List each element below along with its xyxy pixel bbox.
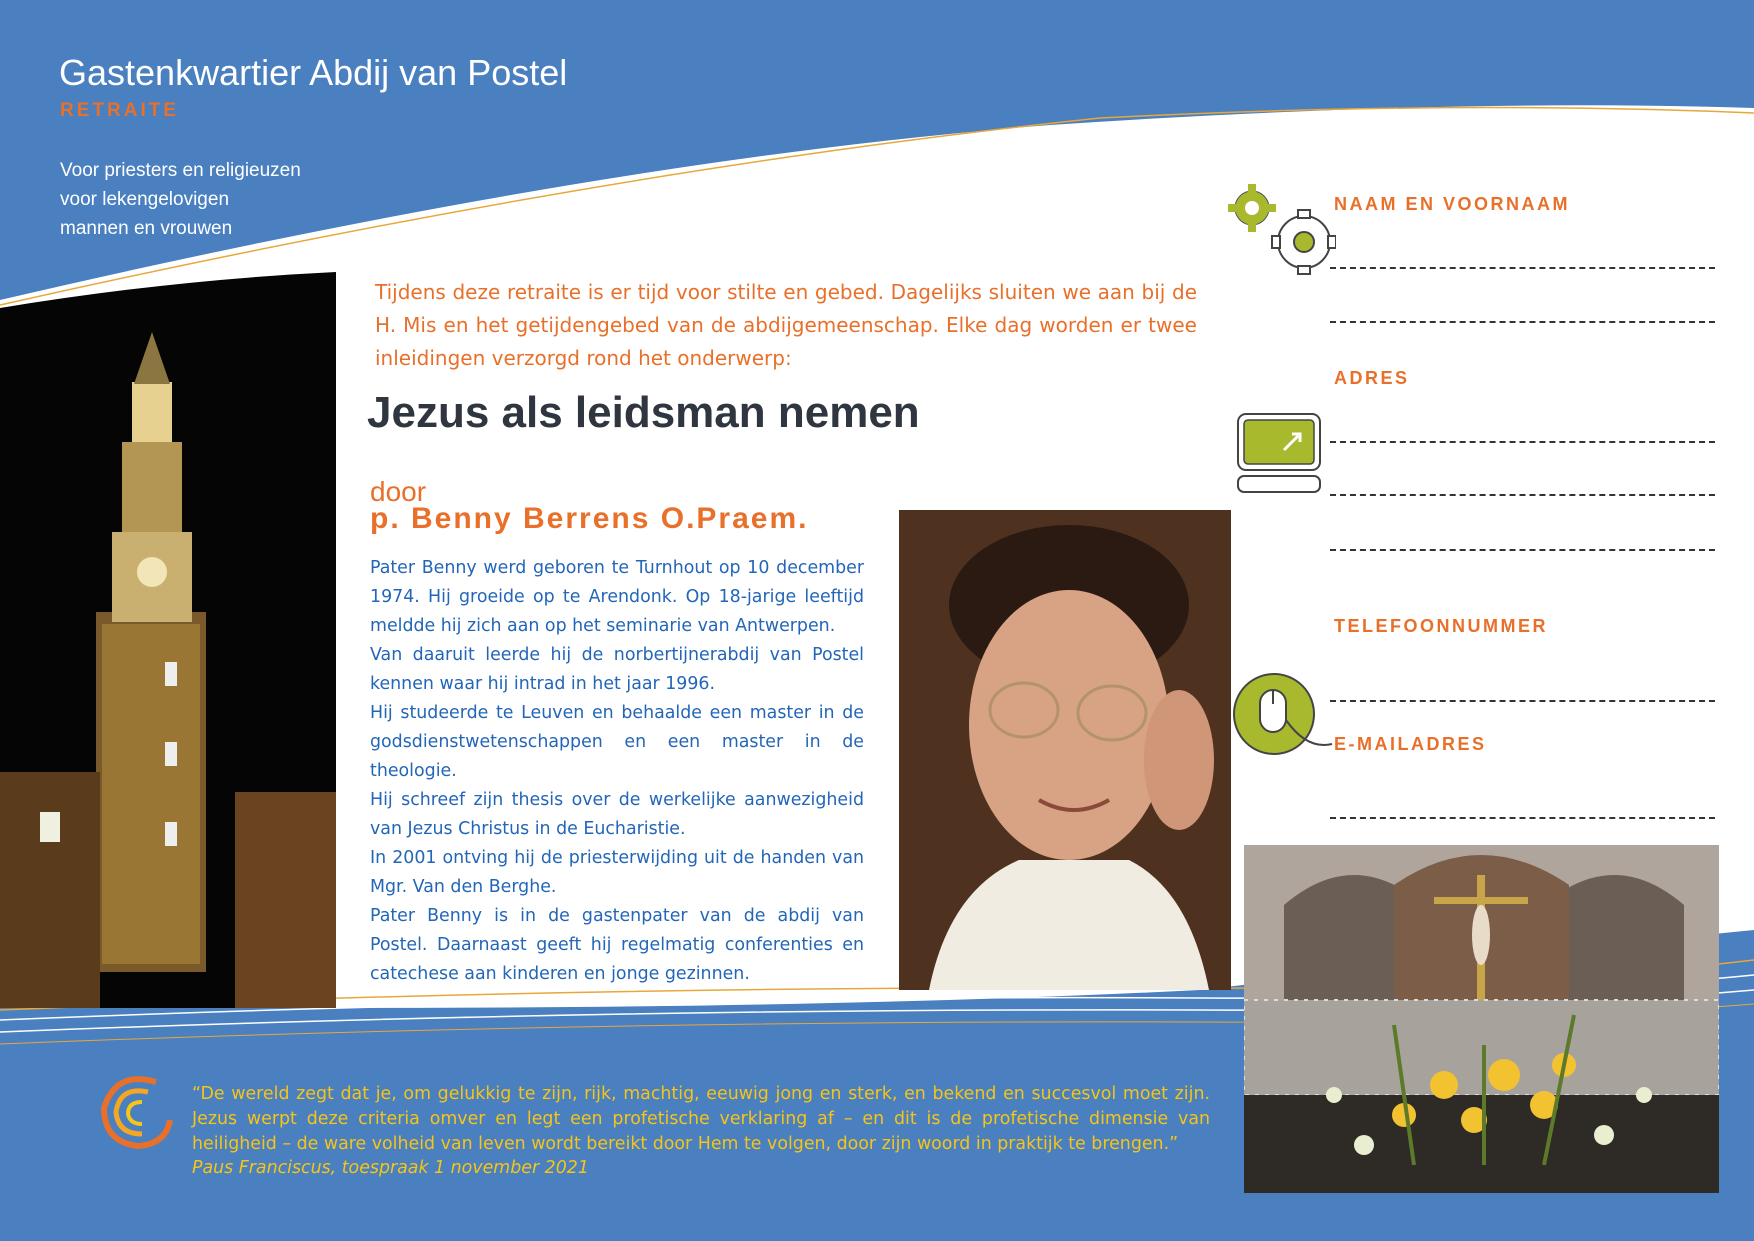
page-title: Gastenkwartier Abdij van Postel [59,52,568,93]
retreat-heading: Jezus als leidsman nemen [367,388,920,437]
address-field-line[interactable] [1330,441,1715,443]
gears-icon [1228,184,1336,275]
quote-text: “De wereld zegt dat je, om gelukkig te z… [192,1084,1210,1154]
audience-list: Voor priesters en religieuzen voor leken… [60,156,301,243]
page-subtitle: RETRAITE [60,100,179,121]
speaker-name: p. Benny Berrens O.Praem. [370,502,809,535]
speaker-portrait-photo [899,510,1231,990]
phone-field-label: TELEFOONNUMMER [1334,616,1548,636]
email-field-line[interactable] [1330,817,1715,819]
audience-line: mannen en vrouwen [60,218,233,239]
email-field-label: E-MAILADRES [1334,734,1487,754]
abbey-tower-photo [0,272,336,1008]
address-field-label: ADRES [1334,368,1410,388]
audience-line: voor lekengelovigen [60,189,230,210]
name-field-line[interactable] [1330,321,1715,323]
church-interior-photo [1244,845,1719,1193]
speaker-bio: Pater Benny werd geboren te Turnhout op … [370,554,864,989]
phone-field-line[interactable] [1330,700,1715,702]
address-field-line[interactable] [1330,494,1715,496]
bio-paragraph: In 2001 ontving hij de priesterwijding u… [370,848,864,897]
bio-paragraph: Pater Benny werd geboren te Turnhout op … [370,558,864,636]
address-field-line[interactable] [1330,549,1715,551]
swirl-logo-icon [100,1076,173,1150]
name-field-label: NAAM EN VOORNAAM [1334,194,1570,214]
audience-line: Voor priesters en religieuzen [60,160,301,181]
bio-paragraph: Pater Benny is in de gastenpater van de … [370,906,864,984]
quote-source: Paus Franciscus, toespraak 1 november 20… [192,1158,589,1178]
mouse-icon [1233,673,1333,755]
name-field-line[interactable] [1330,267,1715,269]
computer-icon [1237,413,1321,493]
bio-paragraph: Hij studeerde te Leuven en behaalde een … [370,703,864,781]
bio-paragraph: Van daaruit leerde hij de norbertijnerab… [370,645,864,694]
bio-paragraph: Hij schreef zijn thesis over de werkelij… [370,790,864,839]
intro-paragraph: Tijdens deze retraite is er tijd voor st… [375,280,1197,370]
